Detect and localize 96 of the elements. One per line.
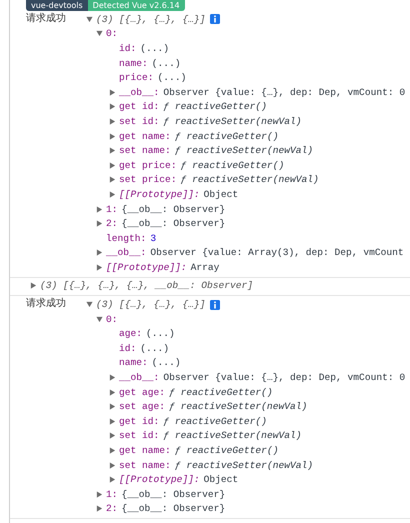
- disclosure-triangle-icon[interactable]: [96, 490, 103, 498]
- property-key: __ob__:: [106, 247, 146, 258]
- property-value: ƒ reactiveSetter(newVal): [174, 460, 314, 471]
- array-summary[interactable]: (3) [{…}, {…}, {…}]: [96, 299, 206, 310]
- property-value: Observer {value: {…}, dep: Dep, vmCount: 0: [163, 372, 406, 384]
- disclosure-triangle-icon[interactable]: [109, 190, 116, 198]
- property-key: [[Prototype]]:: [106, 262, 187, 273]
- property-value: ƒ reactiveGetter(): [169, 386, 273, 398]
- property-key: price:: [119, 72, 154, 84]
- disclosure-triangle-icon[interactable]: [96, 30, 103, 38]
- property-key: get id:: [119, 416, 160, 427]
- property-value: {__ob__: Observer}: [122, 218, 226, 230]
- property-value: 3: [150, 232, 156, 244]
- array-summary[interactable]: (3) [{…}, {…}, {…}]: [96, 14, 206, 25]
- property-key: set name:: [119, 460, 171, 471]
- property-key: 2:: [106, 218, 118, 230]
- disclosure-triangle-icon[interactable]: [109, 176, 116, 184]
- info-icon: [210, 300, 220, 310]
- property-key: set price:: [119, 174, 177, 186]
- disclosure-triangle-icon[interactable]: [109, 447, 116, 454]
- property-value: {__ob__: Observer}: [122, 503, 226, 514]
- disclosure-triangle-icon[interactable]: [96, 249, 103, 256]
- property-key: get price:: [119, 160, 177, 171]
- disclosure-triangle-icon[interactable]: [96, 264, 103, 271]
- property-key: name:: [119, 58, 148, 69]
- disclosure-triangle-icon[interactable]: [96, 505, 103, 512]
- devtools-badge: vue-devtools: [26, 0, 88, 11]
- property-value: ƒ reactiveSetter(newVal): [163, 430, 302, 442]
- property-value: ƒ reactiveSetter(newVal): [180, 174, 319, 186]
- property-value: (...): [152, 357, 181, 368]
- property-key: length:: [106, 232, 146, 244]
- disclosure-triangle-icon[interactable]: [109, 374, 116, 382]
- property-key: id:: [119, 42, 136, 54]
- log-label: 请求成功: [26, 13, 66, 24]
- property-key: set id:: [119, 116, 160, 127]
- property-key: set name:: [119, 145, 171, 156]
- property-key: [[Prototype]]:: [119, 188, 200, 200]
- disclosure-triangle-icon[interactable]: [96, 206, 103, 213]
- property-value: Observer {value: {…}, dep: Dep, vmCount: 0: [163, 86, 406, 98]
- property-key: 0:: [106, 28, 118, 40]
- property-value: (...): [146, 328, 175, 340]
- property-value: ƒ reactiveSetter(newVal): [163, 116, 302, 127]
- disclosure-triangle-icon[interactable]: [30, 282, 37, 290]
- disclosure-triangle-icon[interactable]: [109, 162, 116, 169]
- property-value: Observer {value: Array(3), dep: Dep, vmCount: [150, 247, 404, 258]
- property-value: (...): [152, 58, 181, 69]
- property-value: ƒ reactiveGetter(): [163, 101, 267, 112]
- property-key: __ob__:: [119, 86, 160, 98]
- disclosure-triangle-icon[interactable]: [96, 316, 103, 323]
- property-key: age:: [119, 328, 142, 340]
- disclosure-triangle-icon[interactable]: [109, 388, 116, 396]
- property-key: id:: [119, 342, 136, 354]
- disclosure-triangle-icon[interactable]: [109, 403, 116, 410]
- disclosure-triangle-icon[interactable]: [109, 88, 116, 96]
- property-value: ƒ reactiveGetter(): [163, 416, 267, 427]
- property-value: (...): [140, 342, 170, 354]
- property-key: 1:: [106, 488, 118, 500]
- property-value: ƒ reactiveGetter(): [180, 160, 284, 171]
- property-key: __ob__:: [119, 372, 160, 384]
- disclosure-triangle-icon[interactable]: [109, 462, 116, 469]
- property-value: {__ob__: Observer}: [122, 488, 226, 500]
- property-value: {__ob__: Observer}: [122, 204, 226, 215]
- property-value: (...): [140, 42, 170, 54]
- property-value: Array: [190, 262, 220, 273]
- disclosure-triangle-icon[interactable]: [96, 220, 103, 228]
- disclosure-triangle-icon[interactable]: [109, 418, 116, 425]
- array-summary[interactable]: (3) [{…}, {…}, {…}, __ob__: Observer]: [40, 280, 254, 292]
- disclosure-triangle-icon[interactable]: [86, 301, 93, 308]
- property-key: get name:: [119, 130, 171, 142]
- property-value: ƒ reactiveGetter(): [174, 445, 278, 456]
- disclosure-triangle-icon[interactable]: [86, 16, 93, 23]
- property-value: Object: [204, 188, 238, 200]
- property-key: get name:: [119, 445, 171, 456]
- property-key: set id:: [119, 430, 160, 442]
- disclosure-triangle-icon[interactable]: [109, 476, 116, 484]
- log-label: 请求成功: [26, 298, 66, 310]
- property-key: get age:: [119, 386, 166, 398]
- devtools-badge: Detected Vue v2.6.14: [88, 0, 185, 11]
- property-value: ƒ reactiveSetter(newVal): [169, 401, 308, 412]
- property-value: Object: [204, 474, 238, 486]
- property-value: ƒ reactiveGetter(): [174, 130, 278, 142]
- property-key: 1:: [106, 204, 118, 215]
- disclosure-triangle-icon[interactable]: [109, 118, 116, 125]
- property-key: get id:: [119, 101, 160, 112]
- property-key: 0:: [106, 314, 118, 325]
- property-key: set age:: [119, 401, 166, 412]
- disclosure-triangle-icon[interactable]: [109, 147, 116, 154]
- property-value: ƒ reactiveSetter(newVal): [174, 145, 314, 156]
- info-icon: [210, 14, 220, 24]
- property-key: 2:: [106, 503, 118, 514]
- disclosure-triangle-icon[interactable]: [109, 103, 116, 110]
- property-key: name:: [119, 357, 148, 368]
- disclosure-triangle-icon[interactable]: [109, 132, 116, 140]
- disclosure-triangle-icon[interactable]: [109, 432, 116, 440]
- property-value: (...): [158, 72, 186, 84]
- property-key: [[Prototype]]:: [119, 474, 200, 486]
